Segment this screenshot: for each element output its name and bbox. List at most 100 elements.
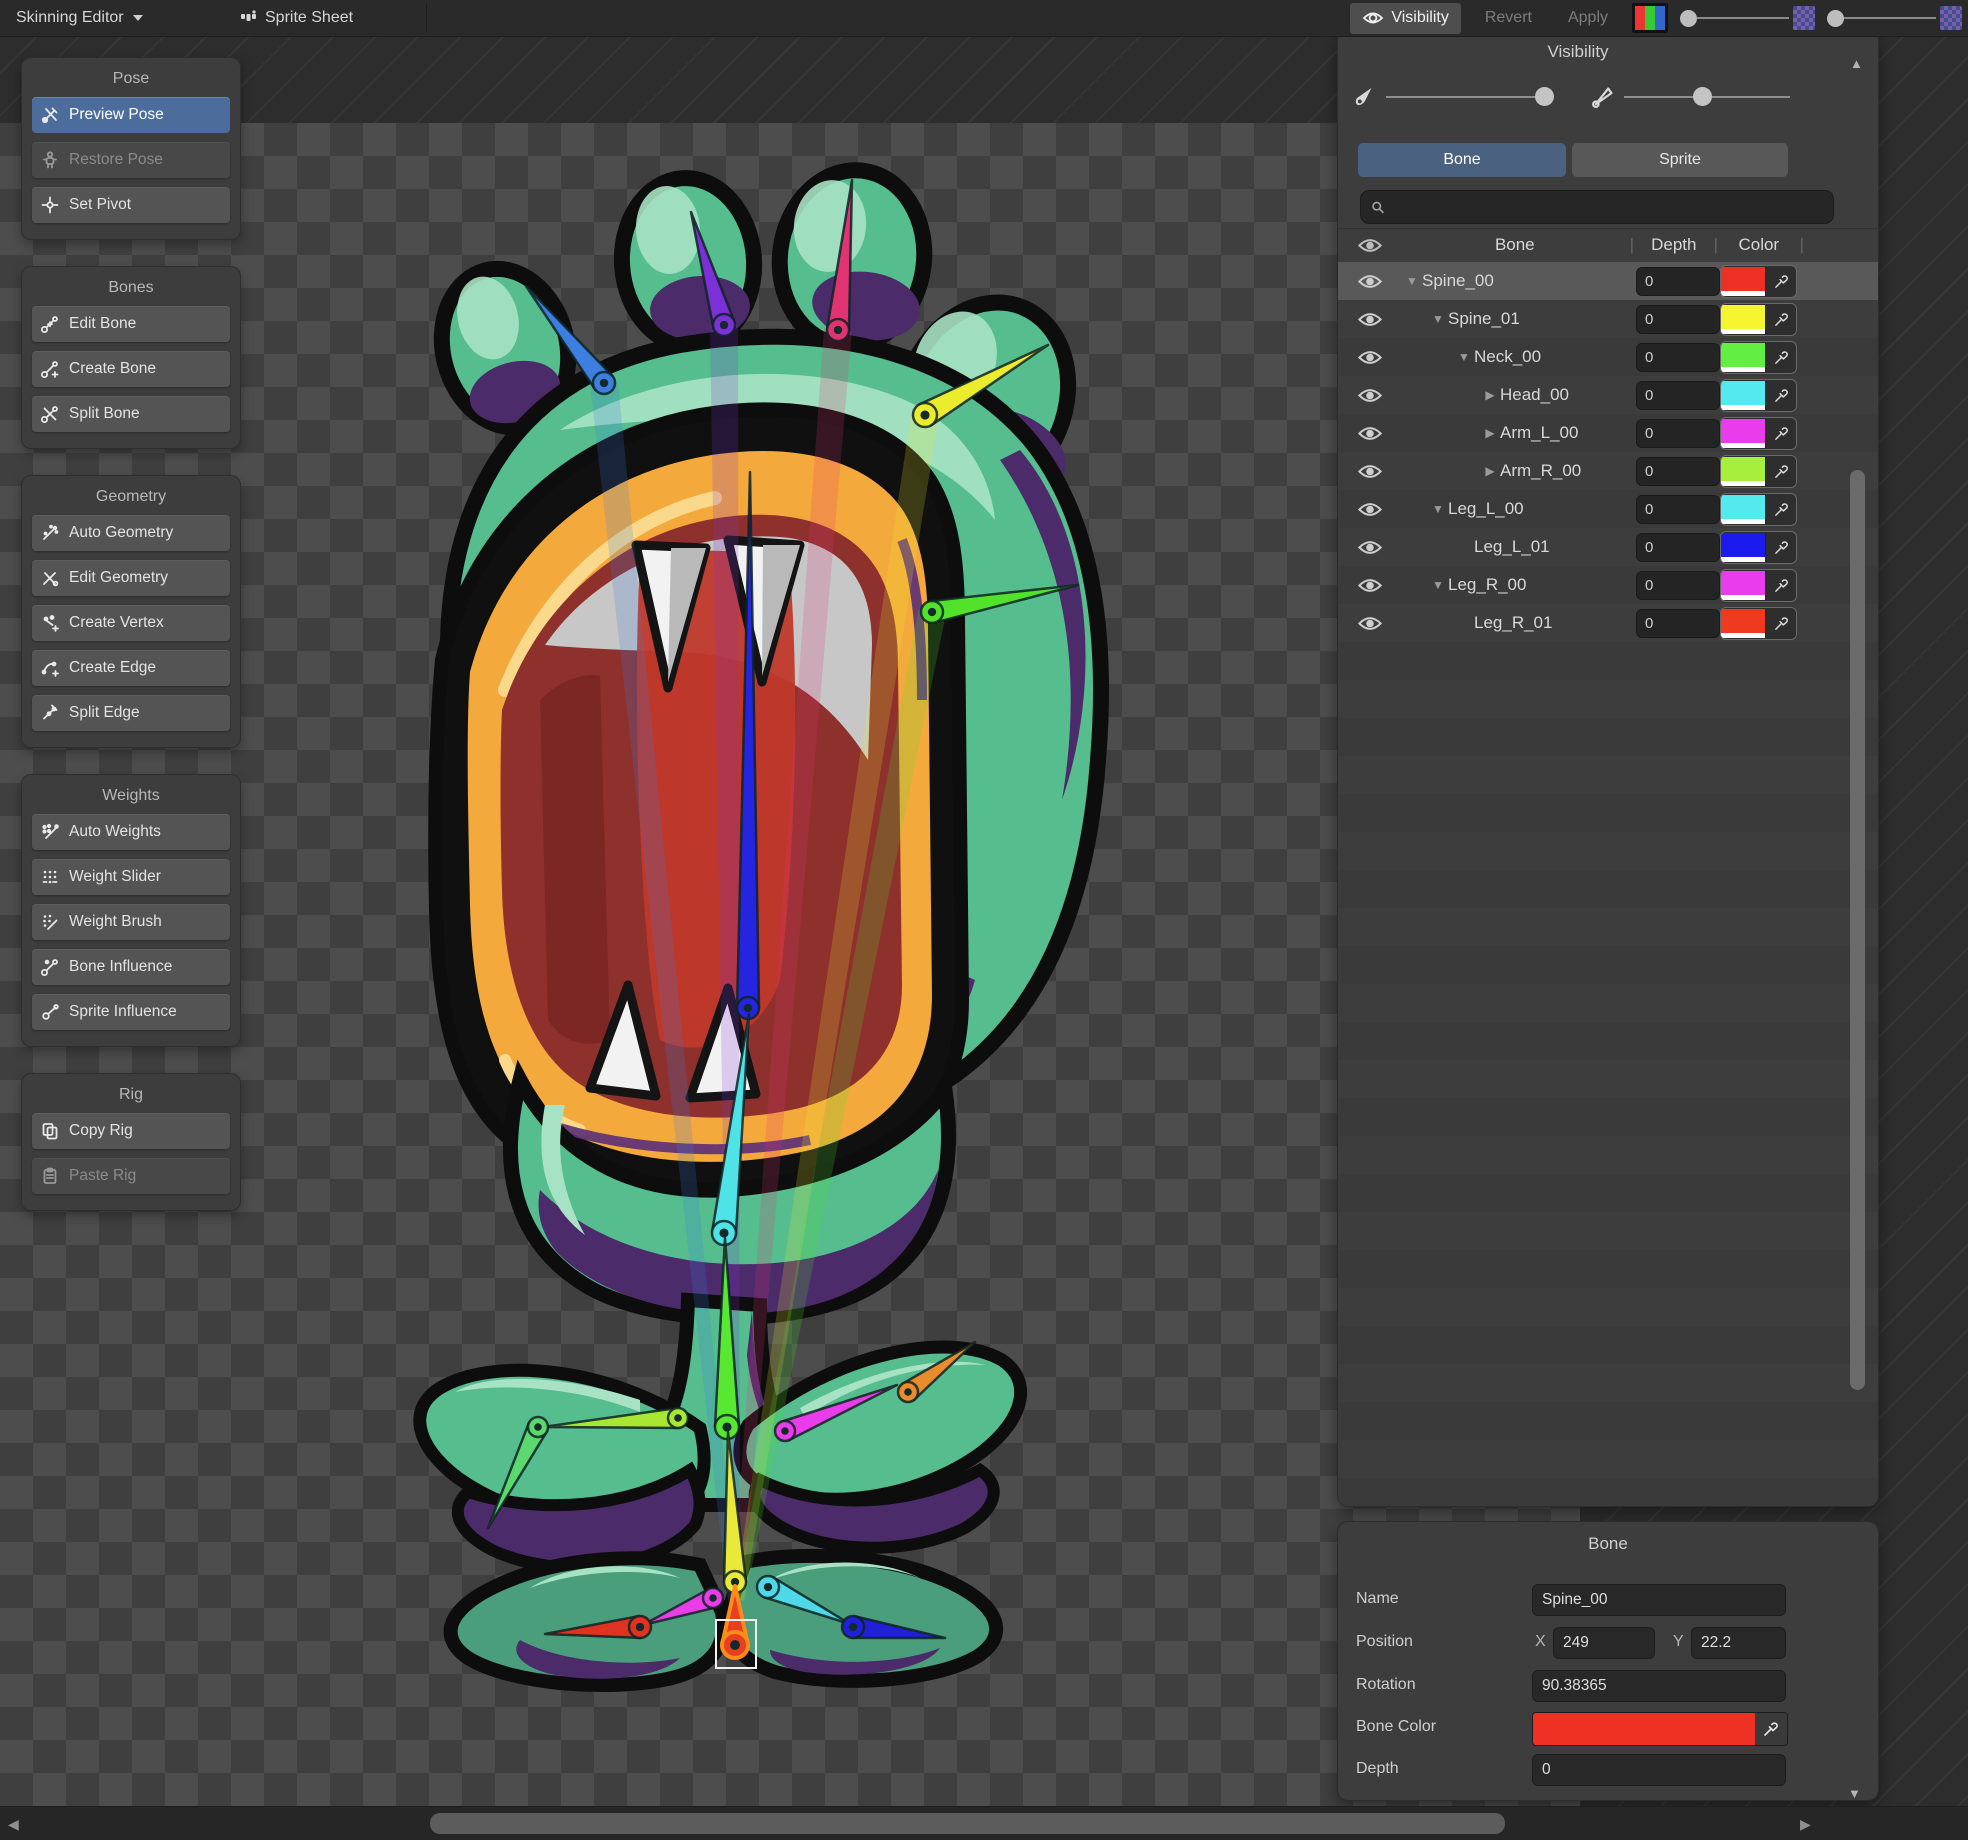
eyedropper-icon[interactable]: [1766, 343, 1796, 372]
eyedropper-icon[interactable]: [1766, 571, 1796, 600]
toe-bone-blue[interactable]: [526, 286, 615, 394]
arm-bone-yellow[interactable]: [913, 345, 1048, 427]
expander-closed-icon[interactable]: ▶: [1480, 388, 1500, 402]
foot-right-bone-blue[interactable]: [842, 1616, 945, 1638]
scroll-left-icon[interactable]: ◀: [8, 1816, 19, 1833]
bone-row-Leg_R_01[interactable]: Leg_R_010: [1338, 604, 1878, 642]
eyedropper-icon[interactable]: [1766, 381, 1796, 410]
bone-color-swatch-row[interactable]: [1721, 609, 1766, 638]
split-edge-button[interactable]: Split Edge: [32, 695, 230, 731]
rotation-input[interactable]: [1532, 1670, 1786, 1702]
sprite-opacity-slider[interactable]: [1827, 6, 1962, 30]
eyedropper-icon[interactable]: [1766, 609, 1796, 638]
bone-row-Leg_L_01[interactable]: Leg_L_010: [1338, 528, 1878, 566]
create-bone-button[interactable]: Create Bone: [32, 351, 230, 387]
depth-value-input[interactable]: 0: [1636, 457, 1720, 486]
bone-row-Arm_L_00[interactable]: ▶Arm_L_000: [1338, 414, 1878, 452]
foot-left-bone-magenta[interactable]: [643, 1588, 723, 1625]
scroll-right-icon[interactable]: ▶: [1800, 1816, 1811, 1833]
auto-geometry-button[interactable]: Auto Geometry: [32, 515, 230, 551]
copy-rig-button[interactable]: Copy Rig: [32, 1113, 230, 1149]
sprite-influence-button[interactable]: Sprite Influence: [32, 994, 230, 1030]
expander-closed-icon[interactable]: ▶: [1480, 426, 1500, 440]
leaf-left-bone-lime[interactable]: [543, 1408, 688, 1428]
edit-geometry-button[interactable]: Edit Geometry: [32, 560, 230, 596]
position-y-input[interactable]: [1691, 1627, 1786, 1659]
eyedropper-icon[interactable]: [1766, 495, 1796, 524]
revert-button[interactable]: Revert: [1473, 3, 1544, 34]
depth-value-input[interactable]: 0: [1636, 267, 1720, 296]
expander-open-icon[interactable]: ▼: [1428, 578, 1448, 592]
bone-color-swatch-row[interactable]: [1721, 419, 1766, 448]
depth-value-input[interactable]: 0: [1636, 495, 1720, 524]
bone-color-swatch[interactable]: [1533, 1713, 1755, 1745]
eyedropper-icon[interactable]: [1766, 457, 1796, 486]
visibility-eye-icon[interactable]: [1338, 425, 1402, 442]
eyedropper-icon[interactable]: [1766, 267, 1796, 296]
depth-value-input[interactable]: 0: [1636, 533, 1720, 562]
horizontal-scrollbar-thumb[interactable]: [430, 1813, 1505, 1834]
visibility-column-icon[interactable]: [1338, 237, 1402, 254]
bone-color-swatch-row[interactable]: [1721, 381, 1766, 410]
visibility-eye-icon[interactable]: [1338, 349, 1402, 366]
bone-color-swatch-row[interactable]: [1721, 495, 1766, 524]
leaf-right-bone-orange[interactable]: [898, 1342, 975, 1402]
toe-bone-purple[interactable]: [691, 212, 735, 336]
foot-right-bone-cyan[interactable]: [757, 1576, 850, 1624]
overlay-opacity-slider[interactable]: [1680, 6, 1815, 30]
bone-influence-button[interactable]: Bone Influence: [32, 949, 230, 985]
visibility-eye-icon[interactable]: [1338, 615, 1402, 632]
bone-row-Arm_R_00[interactable]: ▶Arm_R_000: [1338, 452, 1878, 490]
bone-row-Leg_L_00[interactable]: ▼Leg_L_000: [1338, 490, 1878, 528]
depth-input[interactable]: [1532, 1754, 1786, 1786]
edit-bone-button[interactable]: Edit Bone: [32, 306, 230, 342]
expander-open-icon[interactable]: ▼: [1428, 312, 1448, 326]
paste-rig-button[interactable]: Paste Rig: [32, 1158, 230, 1194]
skinning-editor-menu[interactable]: Skinning Editor: [4, 2, 155, 33]
visibility-eye-icon[interactable]: [1338, 577, 1402, 594]
depth-value-input[interactable]: 0: [1636, 571, 1720, 600]
bone-color-swatch-row[interactable]: [1721, 571, 1766, 600]
bone-color-swatch-row[interactable]: [1721, 457, 1766, 486]
depth-value-input[interactable]: 0: [1636, 609, 1720, 638]
depth-value-input[interactable]: 0: [1636, 343, 1720, 372]
bone-color-swatch-row[interactable]: [1721, 343, 1766, 372]
visibility-eye-icon[interactable]: [1338, 539, 1402, 556]
apply-button[interactable]: Apply: [1556, 3, 1620, 34]
auto-weights-button[interactable]: Auto Weights: [32, 814, 230, 850]
set-pivot-button[interactable]: Set Pivot: [32, 187, 230, 223]
slider-knob[interactable]: [1693, 87, 1712, 106]
visibility-toggle-button[interactable]: Visibility: [1350, 3, 1461, 34]
scroll-up-icon[interactable]: ▲: [1850, 56, 1863, 71]
restore-pose-button[interactable]: Restore Pose: [32, 142, 230, 178]
slider-knob[interactable]: [1827, 10, 1844, 27]
spine-bone-blue[interactable]: [737, 472, 759, 1019]
visibility-eye-icon[interactable]: [1338, 311, 1402, 328]
eyedropper-icon[interactable]: [1766, 533, 1796, 562]
bone-color-swatch-row[interactable]: [1721, 533, 1766, 562]
expander-open-icon[interactable]: ▼: [1428, 502, 1448, 516]
bone-row-Neck_00[interactable]: ▼Neck_000: [1338, 338, 1878, 376]
expander-closed-icon[interactable]: ▶: [1480, 464, 1500, 478]
expander-open-icon[interactable]: ▼: [1402, 274, 1422, 288]
tab-sprite[interactable]: Sprite: [1572, 143, 1788, 177]
toe-bone-pink[interactable]: [827, 180, 852, 341]
mesh-opacity-slider[interactable]: [1590, 82, 1820, 112]
foot-left-bone-red[interactable]: [545, 1616, 651, 1638]
visibility-eye-icon[interactable]: [1338, 273, 1402, 290]
bone-color-field[interactable]: [1532, 1712, 1788, 1746]
eyedropper-icon[interactable]: [1766, 305, 1796, 334]
tab-bone[interactable]: Bone: [1358, 143, 1566, 177]
visibility-eye-icon[interactable]: [1338, 387, 1402, 404]
bone-row-Leg_R_00[interactable]: ▼Leg_R_000: [1338, 566, 1878, 604]
depth-value-input[interactable]: 0: [1636, 305, 1720, 334]
arm-bone-green[interactable]: [921, 585, 1078, 623]
eyedropper-icon[interactable]: [1766, 419, 1796, 448]
depth-value-input[interactable]: 0: [1636, 381, 1720, 410]
visibility-eye-icon[interactable]: [1338, 501, 1402, 518]
sprite-sheet-button[interactable]: Sprite Sheet: [226, 2, 365, 33]
leaf-right-bone-magenta[interactable]: [775, 1385, 897, 1441]
weight-brush-button[interactable]: Weight Brush: [32, 904, 230, 940]
expander-open-icon[interactable]: ▼: [1454, 350, 1474, 364]
bone-row-Spine_01[interactable]: ▼Spine_010: [1338, 300, 1878, 338]
